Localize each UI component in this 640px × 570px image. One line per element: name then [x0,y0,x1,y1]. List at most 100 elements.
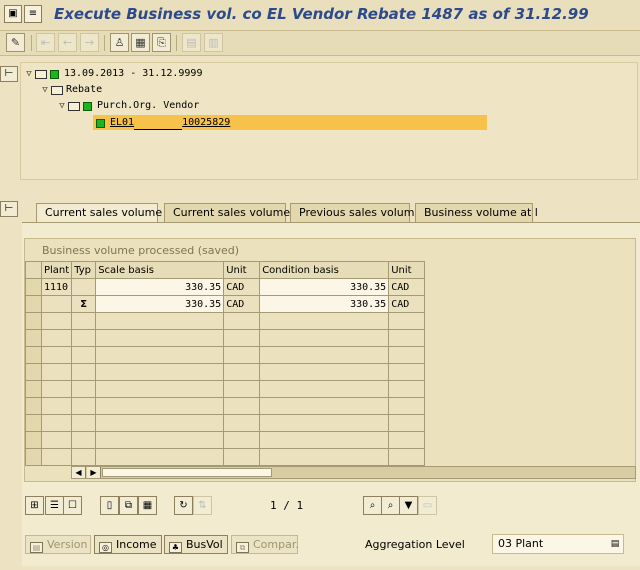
table-row[interactable] [25,414,426,432]
deselect-all-icon[interactable]: ☐ [63,496,82,515]
row-selector[interactable] [25,312,42,330]
busvol-button[interactable]: ♣ BusVol [164,535,228,554]
empty-cell[interactable] [388,363,426,381]
empty-cell[interactable] [95,380,225,398]
empty-cell[interactable] [223,363,261,381]
column-header-typ[interactable]: Typ [71,261,97,279]
empty-cell[interactable] [223,346,261,364]
options-menu-icon[interactable]: ≡ [24,5,42,23]
empty-cell[interactable] [259,312,390,330]
empty-cell[interactable] [40,448,73,466]
next-page-icon[interactable]: → [80,33,99,52]
cell-condition-basis[interactable]: 330.35 [259,278,390,296]
display-change-icon[interactable]: ✎ [6,33,25,52]
table-row[interactable] [25,329,426,347]
empty-cell[interactable] [71,346,97,364]
empty-cell[interactable] [71,431,97,449]
empty-cell[interactable] [259,380,390,398]
empty-cell[interactable] [388,312,426,330]
empty-cell[interactable] [223,380,261,398]
cell-condition-basis[interactable]: 330.35 [259,295,390,313]
compar-button[interactable]: ⧉ Compar. [231,535,299,554]
expand-triangle-icon[interactable]: ▽ [39,82,51,98]
row-selector[interactable] [25,278,42,296]
empty-cell[interactable] [40,329,73,347]
empty-cell[interactable] [71,312,97,330]
calculator-icon[interactable]: ▦ [131,33,150,52]
column-header-unit-2[interactable]: Unit [388,261,426,279]
row-selector[interactable] [25,329,42,347]
empty-cell[interactable] [388,380,426,398]
row-selector[interactable] [25,397,42,415]
find-next-icon[interactable]: ⌕ [381,496,400,515]
tree-pane-handle-icon[interactable]: ⊢ [0,66,18,82]
tree-node-purch-org-vendor[interactable]: ▽ Purch.Org. Vendor [56,98,199,114]
system-menu-icon[interactable]: ▣ [4,5,22,23]
column-header-unit[interactable]: Unit [223,261,261,279]
row-selector[interactable] [25,380,42,398]
expand-triangle-icon[interactable]: ▽ [23,66,35,82]
row-selector[interactable] [25,414,42,432]
table-row[interactable] [25,397,426,415]
empty-cell[interactable] [95,397,225,415]
income-button[interactable]: ◎ Income [94,535,162,554]
empty-cell[interactable] [259,414,390,432]
version-button[interactable]: ▤ Version [25,535,91,554]
empty-cell[interactable] [388,448,426,466]
empty-cell[interactable] [40,397,73,415]
table-row[interactable]: Σ 330.35 CAD 330.35 CAD [25,295,426,313]
tab-current-sales-volume-2[interactable]: Current sales volume [164,203,290,223]
cell-unit[interactable]: CAD [223,295,261,313]
empty-cell[interactable] [223,414,261,432]
empty-cell[interactable] [259,448,390,466]
first-page-icon[interactable]: ⇤ [36,33,55,52]
empty-cell[interactable] [388,414,426,432]
table-row[interactable] [25,363,426,381]
cell-unit-2[interactable]: CAD [388,278,426,296]
detail-pane-handle-icon[interactable]: ⊢ [0,201,18,217]
empty-cell[interactable] [388,397,426,415]
row-selector[interactable] [25,346,42,364]
empty-cell[interactable] [40,380,73,398]
grid-icon[interactable]: ▥ [204,33,223,52]
dropdown-list-icon[interactable]: ▤ [610,538,620,550]
empty-cell[interactable] [71,397,97,415]
partner-icon[interactable]: ♙ [110,33,129,52]
scroll-left-icon[interactable]: ◀ [72,467,86,478]
cell-plant[interactable]: 1110 [40,278,73,296]
empty-cell[interactable] [223,431,261,449]
row-selector[interactable] [25,295,42,313]
previous-page-icon[interactable]: ← [58,33,77,52]
scrollbar-thumb[interactable] [102,468,272,477]
tree-node-el01[interactable]: EL01 10025829 [96,115,230,131]
row-selector-header[interactable] [25,261,42,279]
empty-cell[interactable] [259,431,390,449]
column-header-condition-basis[interactable]: Condition basis [259,261,390,279]
row-selector[interactable] [25,431,42,449]
sort-icon[interactable]: ⇅ [193,496,212,515]
filter-icon[interactable]: ▼ [399,496,418,515]
aggregation-level-select[interactable]: 03 Plant ▤ [492,534,624,554]
table-icon[interactable]: ▦ [138,496,157,515]
empty-cell[interactable] [40,414,73,432]
expand-triangle-icon[interactable]: ▽ [56,98,68,114]
table-row[interactable] [25,380,426,398]
tree-node-period[interactable]: ▽ 13.09.2013 - 31.12.9999 [23,66,202,82]
empty-cell[interactable] [388,329,426,347]
table-row[interactable] [25,346,426,364]
table-row[interactable] [25,431,426,449]
empty-cell[interactable] [40,431,73,449]
cell-plant[interactable] [40,295,73,313]
empty-cell[interactable] [95,329,225,347]
copy-icon[interactable]: ⧉ [119,496,138,515]
tab-business-volume-at[interactable]: Business volume at l [415,203,538,223]
empty-cell[interactable] [388,346,426,364]
tab-current-sales-volume-1[interactable]: Current sales volume [36,203,162,224]
details-icon[interactable]: ⊞ [25,496,44,515]
cell-unit-2[interactable]: CAD [388,295,426,313]
empty-cell[interactable] [95,448,225,466]
empty-cell[interactable] [95,346,225,364]
empty-cell[interactable] [95,414,225,432]
export-icon[interactable]: ⎘ [152,33,171,52]
empty-cell[interactable] [259,397,390,415]
